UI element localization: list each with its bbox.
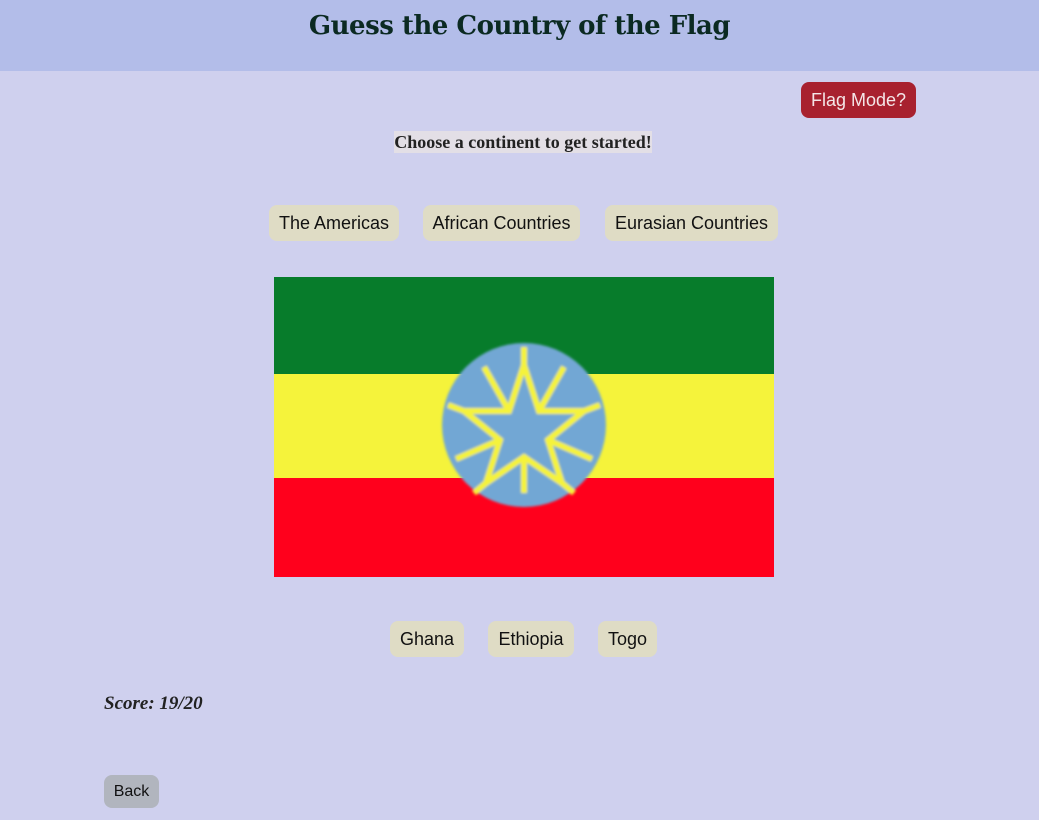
answer-togo-button[interactable]: Togo (598, 621, 657, 657)
americas-button[interactable]: The Americas (269, 205, 399, 241)
flag-mode-button[interactable]: Flag Mode? (801, 82, 916, 118)
african-countries-button[interactable]: African Countries (423, 205, 580, 241)
back-button[interactable]: Back (104, 775, 159, 808)
eurasian-countries-button[interactable]: Eurasian Countries (605, 205, 778, 241)
continent-prompt: Choose a continent to get started! (394, 131, 652, 153)
page-title: Guess the Country of the Flag (308, 11, 731, 41)
page-header: Guess the Country of the Flag (0, 0, 1039, 71)
score-display: Score: 19/20 (104, 693, 203, 714)
answer-ethiopia-button[interactable]: Ethiopia (488, 621, 574, 657)
quiz-page: Guess the Country of the Flag Flag Mode?… (0, 0, 1039, 820)
answer-ghana-button[interactable]: Ghana (390, 621, 464, 657)
ethiopia-flag-icon (274, 277, 774, 577)
